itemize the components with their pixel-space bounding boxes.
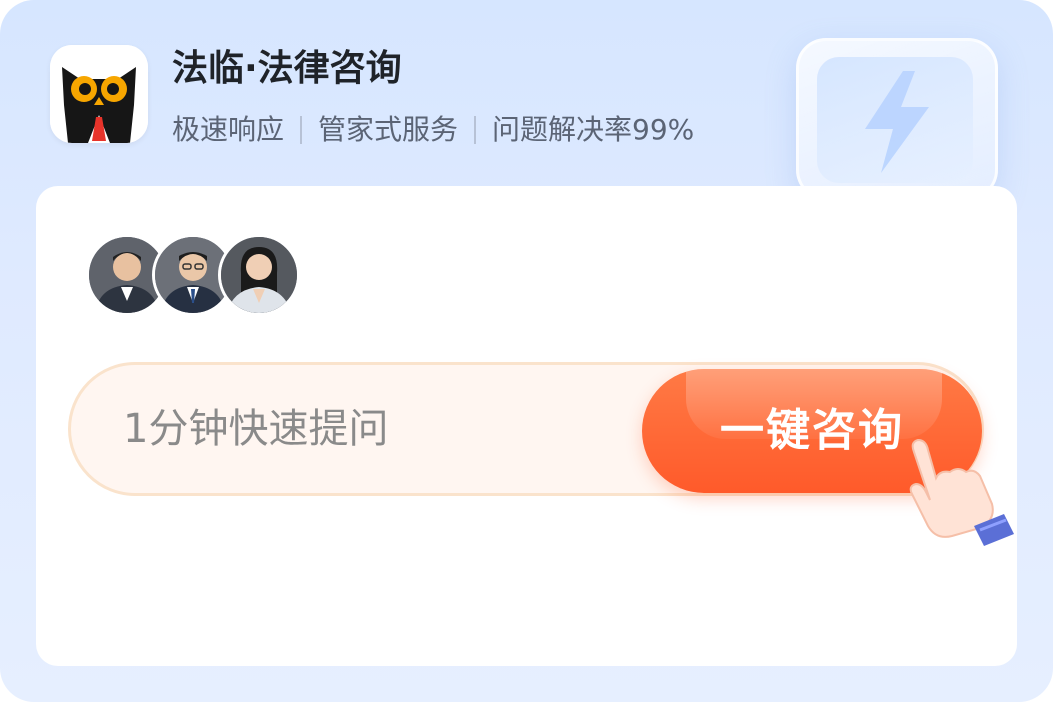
owl-logo-icon: [50, 45, 148, 143]
consult-panel: 1分钟快速提问 一键咨询: [36, 186, 1017, 666]
lightning-bolt-icon: [865, 71, 929, 173]
pointing-hand-icon: [909, 438, 1014, 546]
tagline-resolution-rate: 问题解决率99%: [492, 113, 695, 146]
tagline-divider: [474, 116, 477, 144]
tagline-fast-response: 极速响应: [172, 113, 285, 146]
tagline-row: 极速响应 管家式服务 问题解决率99%: [172, 110, 694, 150]
app-logo: [50, 45, 148, 143]
consult-card: 法临·法律咨询 极速响应 管家式服务 问题解决率99% 1分钟快速提问 一键咨询: [0, 0, 1053, 702]
tagline-divider: [300, 116, 303, 144]
decor-tile: [796, 38, 998, 200]
lawyer-avatar-3: [218, 234, 300, 316]
quick-question-placeholder[interactable]: 1分钟快速提问: [123, 365, 388, 493]
tagline-butler-service: 管家式服务: [318, 113, 459, 146]
quick-question-bar[interactable]: 1分钟快速提问 一键咨询: [68, 362, 984, 496]
app-title: 法临·法律咨询: [172, 48, 402, 89]
